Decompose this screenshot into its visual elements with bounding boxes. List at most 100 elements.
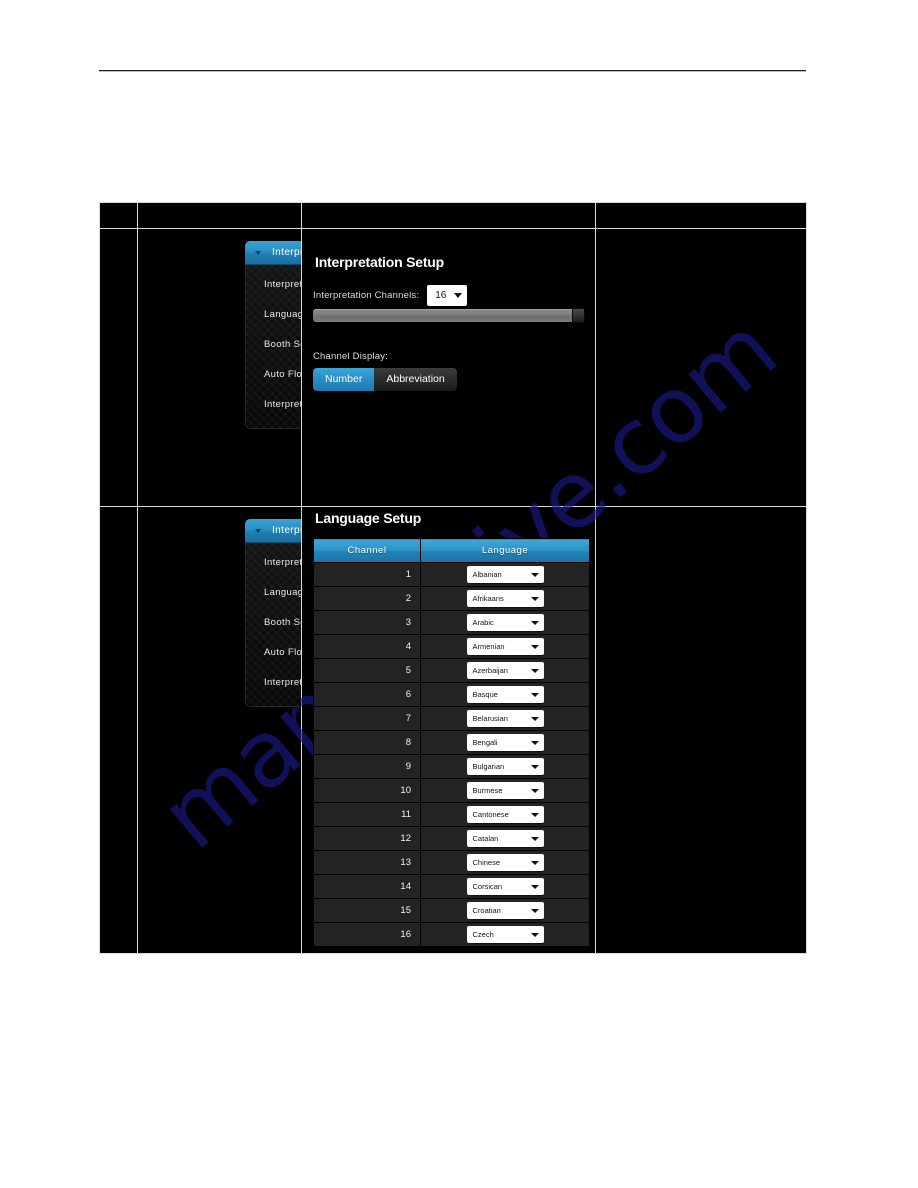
language-select[interactable]: Basque (466, 686, 544, 703)
sidebar-item-auto-floor[interactable]: Auto Floor (246, 360, 301, 390)
grid-vertical-line-3 (595, 203, 596, 953)
sidebar-item-booth-setup[interactable]: Booth Setup (246, 608, 301, 638)
table-row: 12 Catalan (313, 826, 590, 851)
language-select[interactable]: Corsican (466, 878, 544, 895)
language-select-value: Czech (472, 930, 494, 939)
channel-display-label: Channel Display: (313, 351, 389, 362)
language-cell-inner: Croatian (421, 902, 589, 919)
table-row: 1 Albanian (313, 562, 590, 587)
chevron-down-icon (530, 740, 539, 745)
channel-number-cell: 7 (313, 706, 421, 731)
language-select-value: Bengali (472, 738, 498, 747)
language-table-header-row: Channel Language (313, 538, 590, 563)
menu-header-interpretation[interactable]: Interpretation (245, 519, 301, 543)
chevron-down-icon (530, 692, 539, 697)
sidebar-item-label: Booth Setup (264, 617, 301, 628)
toggle-number-button[interactable]: Number (313, 368, 375, 391)
language-cell: Azerbaijan (420, 658, 590, 683)
interpretation-channels-slider[interactable] (313, 308, 585, 323)
language-select[interactable]: Azerbaijan (466, 662, 544, 679)
language-select[interactable]: Catalan (466, 830, 544, 847)
language-cell: Chinese (420, 850, 590, 875)
language-cell: Afrikaans (420, 586, 590, 611)
chevron-down-icon (255, 250, 261, 255)
chevron-down-icon (530, 788, 539, 793)
language-select[interactable]: Bengali (466, 734, 544, 751)
language-select[interactable]: Albanian (466, 566, 544, 583)
chevron-down-icon (530, 884, 539, 889)
sidebar-item-auto-floor[interactable]: Auto Floor (246, 638, 301, 668)
interpretation-setup-pane: Interpretation Setup Interpretation Chan… (302, 229, 595, 506)
language-select-value: Basque (472, 690, 498, 699)
sidebar-item-booth-setup[interactable]: Booth Setup (246, 330, 301, 360)
sidebar-item-label: Booth Setup (264, 339, 301, 350)
table-row: 9 Bulgarian (313, 754, 590, 779)
chevron-down-icon (454, 293, 463, 298)
menu-header-label: Interpretation (272, 246, 301, 258)
table-row: 4 Armenian (313, 634, 590, 659)
language-cell-inner: Czech (421, 926, 589, 943)
sidebar-item-interpreter-lock[interactable]: Interpreter Lock (246, 668, 301, 698)
sidebar-item-language-setup[interactable]: Language Setup (246, 300, 301, 330)
table-row: 10 Burmese (313, 778, 590, 803)
language-select[interactable]: Armenian (466, 638, 544, 655)
channel-number-cell: 14 (313, 874, 421, 899)
chevron-down-icon (530, 620, 539, 625)
sidebar-item-interpreter-lock[interactable]: Interpreter Lock (246, 390, 301, 420)
language-select[interactable]: Croatian (466, 902, 544, 919)
table-row: 8 Bengali (313, 730, 590, 755)
sidebar-item-label: Interpreter Lock (264, 677, 301, 688)
table-row: 14 Corsican (313, 874, 590, 899)
menu-body-bottom: Interpreter Channels Language Setup Boot… (245, 543, 301, 707)
language-cell-inner: Arabic (421, 614, 589, 631)
language-select-value: Belarusian (472, 714, 508, 723)
toggle-abbreviation-button[interactable]: Abbreviation (374, 368, 457, 391)
sidebar-item-label: Language Setup (264, 309, 301, 320)
sidebar-item-label: Interpreter Channels (264, 557, 301, 568)
language-cell: Arabic (420, 610, 590, 635)
language-select[interactable]: Burmese (466, 782, 544, 799)
language-select[interactable]: Belarusian (466, 710, 544, 727)
channel-display-toggle-group[interactable]: Number Abbreviation (313, 368, 457, 391)
sidebar-item-interpreter-channels[interactable]: Interpreter Channels (246, 548, 301, 578)
interpretation-channels-value: 16 (435, 290, 447, 301)
sidebar-item-label: Auto Floor (264, 369, 301, 380)
chevron-down-icon (530, 644, 539, 649)
language-cell-inner: Afrikaans (421, 590, 589, 607)
language-cell-inner: Burmese (421, 782, 589, 799)
language-cell-inner: Chinese (421, 854, 589, 871)
interpretation-channels-row: Interpretation Channels: 16 (313, 285, 468, 306)
language-select[interactable]: Arabic (466, 614, 544, 631)
sidebar-item-language-setup[interactable]: Language Setup (246, 578, 301, 608)
language-select-value: Croatian (472, 906, 501, 915)
chevron-down-icon (530, 596, 539, 601)
navigation-menu-bottom[interactable]: Interpretation Interpreter Channels Lang… (245, 519, 301, 707)
chevron-down-icon (530, 668, 539, 673)
channel-number-cell: 16 (313, 922, 421, 947)
navigation-menu-top[interactable]: Interpretation Interpreter Channels Lang… (245, 241, 301, 429)
slider-handle[interactable] (572, 308, 585, 323)
language-select[interactable]: Bulgarian (466, 758, 544, 775)
language-cell-inner: Basque (421, 686, 589, 703)
language-select[interactable]: Chinese (466, 854, 544, 871)
language-cell: Armenian (420, 634, 590, 659)
language-select[interactable]: Czech (466, 926, 544, 943)
sidebar-column-bottom: Interpretation Interpreter Channels Lang… (138, 507, 301, 954)
language-cell-inner: Belarusian (421, 710, 589, 727)
chevron-down-icon (530, 812, 539, 817)
language-cell-inner: Cantonese (421, 806, 589, 823)
sidebar-column-top: Interpretation Interpreter Channels Lang… (138, 229, 301, 506)
language-cell-inner: Bulgarian (421, 758, 589, 775)
interpretation-channels-select[interactable]: 16 (427, 285, 468, 306)
sidebar-item-interpreter-channels[interactable]: Interpreter Channels (246, 270, 301, 300)
language-select-value: Burmese (472, 786, 503, 795)
menu-header-interpretation[interactable]: Interpretation (245, 241, 301, 265)
language-cell: Cantonese (420, 802, 590, 827)
chevron-down-icon (255, 528, 261, 533)
table-row: 7 Belarusian (313, 706, 590, 731)
channel-number-cell: 8 (313, 730, 421, 755)
language-select[interactable]: Afrikaans (466, 590, 544, 607)
sidebar-item-label: Language Setup (264, 587, 301, 598)
language-table-body: 1 Albanian 2 Afrikaans 3 Arabic 4 Armenian 5 Azer… (313, 562, 590, 947)
language-select[interactable]: Cantonese (466, 806, 544, 823)
